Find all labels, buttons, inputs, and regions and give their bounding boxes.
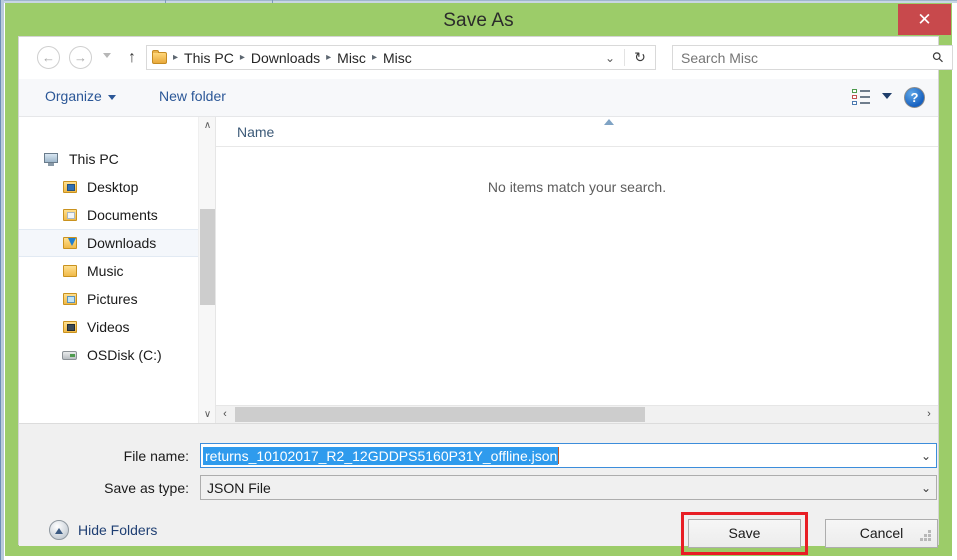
column-header-label: Name: [237, 124, 275, 140]
file-name-input[interactable]: returns_10102017_R2_12GDDPS5160P31Y_offl…: [200, 443, 937, 468]
resize-grip[interactable]: [919, 529, 931, 541]
breadcrumb-this-pc[interactable]: This PC: [180, 50, 238, 66]
breadcrumb-separator: ▸: [239, 52, 245, 63]
harddisk-icon: [61, 347, 79, 363]
forward-icon[interactable]: →: [69, 46, 92, 69]
view-options-chevron-down-icon[interactable]: [882, 93, 892, 99]
tree-vertical-scrollbar[interactable]: ∧ ∨: [198, 117, 215, 423]
breadcrumb-separator: ▸: [326, 52, 332, 63]
column-header-name[interactable]: Name: [216, 117, 938, 147]
breadcrumb-misc[interactable]: Misc: [333, 50, 370, 66]
sidebar-item-videos[interactable]: Videos: [19, 313, 215, 341]
back-icon[interactable]: ←: [37, 46, 60, 69]
save-as-type-chevron-down-icon[interactable]: ⌄: [916, 481, 936, 495]
chevron-up-circle-icon: [49, 520, 69, 540]
sidebar-item-desktop[interactable]: Desktop: [19, 173, 215, 201]
recent-locations-chevron-down-icon[interactable]: [103, 53, 111, 58]
sidebar-item-label: Downloads: [87, 235, 157, 251]
dialog-title: Save As: [443, 10, 514, 31]
command-bar: Organize New folder ?: [19, 79, 938, 117]
save-form-area: File name: returns_10102017_R2_12GDDPS51…: [19, 423, 938, 555]
screen-background: Save As ✕ ← → ↑ ▸ This PC ▸ Downloads ▸ …: [0, 0, 957, 560]
file-name-chevron-down-icon[interactable]: ⌄: [916, 449, 936, 463]
search-input[interactable]: [673, 48, 923, 67]
sidebar-item-label: Music: [87, 263, 124, 279]
text-caret: [558, 447, 560, 464]
save-button[interactable]: Save: [688, 519, 801, 548]
breadcrumb-separator: ▸: [173, 52, 179, 63]
save-as-type-label: Save as type:: [104, 480, 189, 496]
breadcrumb-misc-current[interactable]: Misc: [379, 50, 416, 66]
navigation-tree: This PC Desktop Documents Downloads Musi…: [19, 145, 215, 369]
close-button[interactable]: ✕: [898, 4, 951, 35]
music-folder-icon: [61, 263, 79, 279]
sidebar-item-osdisk[interactable]: OSDisk (C:): [19, 341, 215, 369]
sidebar-item-label: OSDisk (C:): [87, 347, 162, 363]
sidebar-item-downloads[interactable]: Downloads: [19, 229, 215, 257]
breadcrumb-separator: ▸: [371, 52, 377, 63]
computer-icon: [41, 151, 61, 167]
empty-list-message: No items match your search.: [487, 179, 667, 195]
list-view-icon[interactable]: [852, 89, 870, 106]
dialog-client-area: ← → ↑ ▸ This PC ▸ Downloads ▸ Misc ▸ Mis…: [18, 36, 953, 555]
sidebar-item-label: This PC: [69, 151, 119, 167]
pictures-folder-icon: [61, 291, 79, 307]
save-as-type-value: JSON File: [207, 479, 271, 496]
downloads-folder-icon: [61, 235, 79, 251]
sidebar-item-label: Pictures: [87, 291, 138, 307]
documents-folder-icon: [61, 207, 79, 223]
scrollbar-thumb[interactable]: [200, 209, 215, 305]
browser-split: This PC Desktop Documents Downloads Musi…: [19, 117, 938, 423]
breadcrumb-downloads[interactable]: Downloads: [247, 50, 324, 66]
scroll-up-icon[interactable]: ∧: [199, 117, 215, 134]
search-icon[interactable]: ⚲: [928, 48, 947, 67]
help-icon[interactable]: ?: [904, 87, 925, 108]
chevron-down-icon: [107, 94, 116, 100]
navigation-tree-pane: This PC Desktop Documents Downloads Musi…: [19, 117, 215, 423]
file-name-label: File name:: [123, 448, 189, 464]
address-chevron-down-icon[interactable]: ⌄: [596, 51, 624, 65]
organize-label: Organize: [45, 88, 102, 104]
sidebar-item-documents[interactable]: Documents: [19, 201, 215, 229]
sidebar-item-this-pc[interactable]: This PC: [19, 145, 215, 173]
sidebar-item-music[interactable]: Music: [19, 257, 215, 285]
videos-folder-icon: [61, 319, 79, 335]
save-as-dialog: Save As ✕ ← → ↑ ▸ This PC ▸ Downloads ▸ …: [5, 3, 953, 556]
window-edge-left: [0, 0, 4, 560]
up-arrow-icon[interactable]: ↑: [122, 47, 142, 69]
scroll-down-icon[interactable]: ∨: [199, 406, 215, 423]
folder-icon: [151, 49, 169, 66]
sidebar-item-label: Desktop: [87, 179, 139, 195]
hide-folders-button[interactable]: Hide Folders: [49, 520, 157, 540]
file-name-value: returns_10102017_R2_12GDDPS5160P31Y_offl…: [203, 446, 559, 465]
save-as-type-select[interactable]: JSON File ⌄: [200, 475, 937, 500]
sidebar-item-label: Documents: [87, 207, 158, 223]
sidebar-item-label: Videos: [87, 319, 130, 335]
new-folder-button[interactable]: New folder: [159, 88, 226, 104]
hide-folders-label: Hide Folders: [78, 522, 158, 538]
navigation-bar: ← → ↑ ▸ This PC ▸ Downloads ▸ Misc ▸ Mis…: [19, 37, 953, 79]
search-box[interactable]: ⚲: [672, 45, 953, 70]
list-horizontal-scrollbar[interactable]: ‹ ›: [216, 405, 938, 423]
organize-button[interactable]: Organize: [45, 88, 116, 104]
address-bar[interactable]: ▸ This PC ▸ Downloads ▸ Misc ▸ Misc ⌄ ↻: [146, 45, 656, 70]
scroll-right-icon[interactable]: ›: [920, 406, 938, 423]
file-list-pane: Name No items match your search. ‹ ›: [215, 117, 938, 423]
scroll-left-icon[interactable]: ‹: [216, 406, 234, 423]
refresh-icon[interactable]: ↻: [624, 49, 655, 66]
title-bar[interactable]: Save As ✕: [5, 3, 952, 39]
sort-ascending-icon: [604, 119, 614, 125]
scrollbar-thumb[interactable]: [235, 407, 645, 422]
desktop-folder-icon: [61, 179, 79, 195]
sidebar-item-pictures[interactable]: Pictures: [19, 285, 215, 313]
